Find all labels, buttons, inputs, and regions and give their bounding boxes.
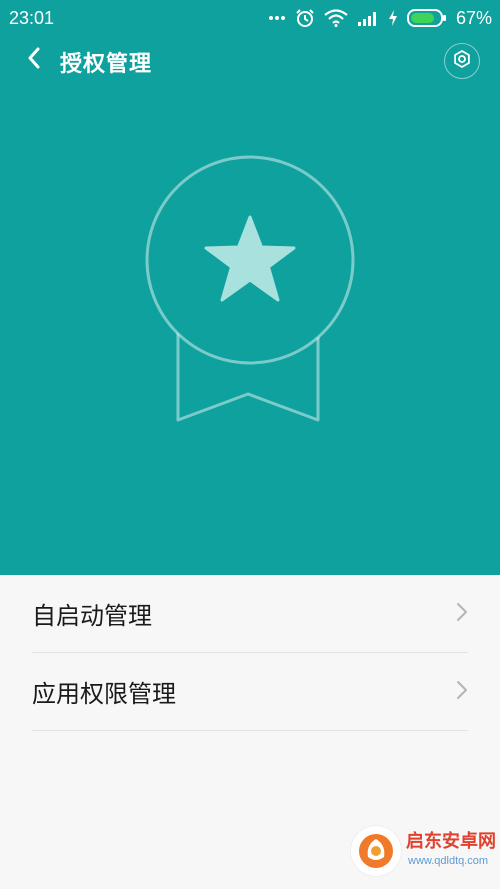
hero-header: 23:01 67% 授权管理	[0, 0, 500, 575]
chevron-right-icon	[456, 680, 468, 704]
chevron-left-icon	[27, 47, 41, 73]
charging-icon	[388, 10, 398, 26]
alarm-icon	[295, 8, 315, 28]
gear-icon	[452, 49, 472, 73]
status-time: 23:01	[9, 8, 55, 28]
status-bar: 23:01 67%	[0, 0, 500, 36]
list-item-label: 应用权限管理	[32, 680, 176, 708]
settings-button[interactable]	[444, 43, 480, 79]
list-item-app-permissions[interactable]: 应用权限管理	[32, 653, 468, 731]
battery-percent: 67%	[455, 7, 492, 28]
chevron-right-icon	[456, 602, 468, 626]
list-item-autostart[interactable]: 自启动管理	[32, 575, 468, 653]
status-icons: 67%	[268, 6, 492, 30]
page-title: 授权管理	[60, 52, 153, 77]
battery-icon	[406, 9, 447, 27]
settings-list: 自启动管理 应用权限管理	[0, 575, 500, 731]
watermark-name: 启东安卓网	[406, 831, 496, 852]
app-bar: 授权管理	[0, 36, 500, 84]
list-item-label: 自启动管理	[32, 602, 152, 630]
watermark: 启东安卓网 www.qdldtq.com	[350, 817, 496, 879]
watermark-logo-icon	[350, 825, 402, 877]
award-badge-star-icon	[140, 150, 360, 430]
watermark-url: www.qdldtq.com	[408, 855, 489, 867]
back-button[interactable]	[18, 44, 50, 76]
signal-icon	[357, 10, 379, 26]
dots-icon	[268, 15, 286, 21]
wifi-icon	[324, 9, 348, 27]
